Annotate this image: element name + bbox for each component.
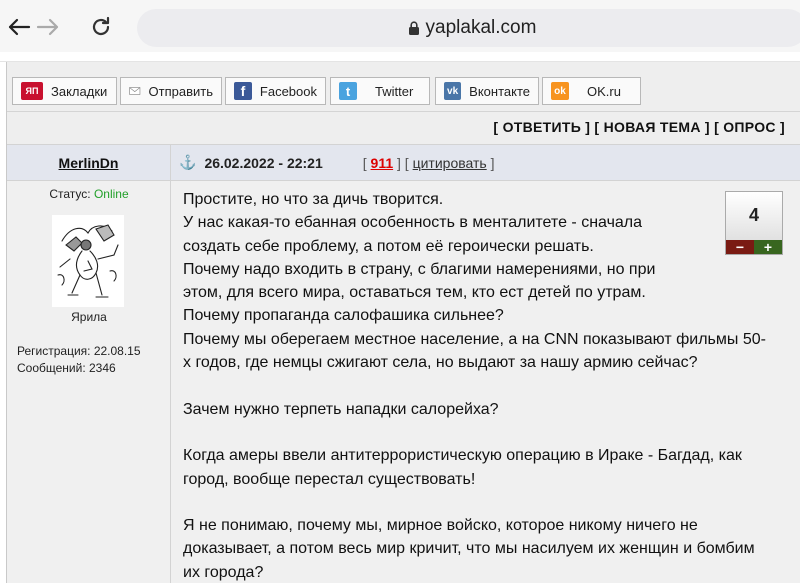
forum-topic: ЯП Закладки Отправить f Facebook t Twitt… <box>6 62 800 583</box>
reply-link[interactable]: ОТВЕТИТЬ <box>503 119 582 135</box>
share-bookmarks-button[interactable]: ЯП Закладки <box>12 77 117 105</box>
post-text-line: создать себе проблему, а потом её героич… <box>183 237 594 255</box>
forward-button[interactable] <box>33 12 63 42</box>
author-name[interactable]: MerlinDn <box>59 155 119 171</box>
share-vk-label: Вконтакте <box>469 83 530 99</box>
back-arrow-icon <box>8 18 31 36</box>
share-twitter-label: Twitter <box>375 83 414 99</box>
reload-button[interactable] <box>86 12 116 42</box>
browser-toolbar: yaplakal.com <box>0 0 800 52</box>
yap-bookmark-icon: ЯП <box>21 82 43 100</box>
share-send-button[interactable]: Отправить <box>120 77 222 105</box>
post-header: MerlinDn ⚓ 26.02.2022 - 22:21 [ 911 ] [ … <box>7 144 800 181</box>
post-text-line: Почему надо входить в страну, с благими … <box>183 260 656 278</box>
forward-arrow-icon <box>36 18 59 36</box>
registration-date: Регистрация: 22.08.15 <box>17 344 141 358</box>
twitter-icon: t <box>339 82 357 100</box>
post-text-line: Почему мы оберегаем местное население, а… <box>183 330 766 348</box>
quote-link[interactable]: цитировать <box>413 155 487 171</box>
share-bookmarks-label: Закладки <box>51 83 108 99</box>
share-facebook-label: Facebook <box>259 83 317 99</box>
post-text-line: Я не понимаю, почему мы, мирное войско, … <box>183 517 698 535</box>
bracket-sep: ] [ <box>700 119 724 135</box>
post-text: Простите, но что за дичь творится. У нас … <box>183 188 793 583</box>
messages-count: Сообщений: 2346 <box>17 361 116 375</box>
post-number-link[interactable]: 911 <box>371 155 394 171</box>
bracket-open: [ <box>493 119 503 135</box>
status-line: Статус: Online <box>7 187 171 201</box>
vote-up-button[interactable]: + <box>754 240 782 254</box>
share-bar: ЯП Закладки Отправить f Facebook t Twitt… <box>7 62 800 112</box>
post-text-line: Почему пропаганда салофашика сильнее? <box>183 307 504 325</box>
back-button[interactable] <box>4 12 34 42</box>
reload-icon <box>92 16 110 36</box>
anchor-icon[interactable]: ⚓ <box>179 154 196 171</box>
post-text-line: город, вообще перестал существовать! <box>183 470 476 488</box>
status-label: Статус: <box>49 187 91 201</box>
post-text-line <box>183 491 793 514</box>
post-message: Простите, но что за дичь творится. У нас … <box>171 181 800 583</box>
share-ok-button[interactable]: ok OK.ru <box>542 77 641 105</box>
vote-down-button[interactable]: − <box>726 240 754 254</box>
bracket-sep: ] [ <box>581 119 604 135</box>
author-rank: Ярила <box>71 310 107 324</box>
post-text-line: Простите, но что за дичь творится. <box>183 191 444 208</box>
topic-actions: [ ОТВЕТИТЬ ] [ НОВАЯ ТЕМА ] [ ОПРОС ] <box>7 112 800 144</box>
author-stats: Регистрация: 22.08.15 Сообщений: 2346 <box>17 343 141 377</box>
bracket-close: ] <box>775 119 785 135</box>
meta-bracket: ] [ <box>393 154 413 171</box>
share-vk-button[interactable]: vk Вконтакте <box>435 77 539 105</box>
avatar[interactable] <box>52 215 124 307</box>
share-facebook-button[interactable]: f Facebook <box>225 77 326 105</box>
post-text-line: Когда амеры ввели антитеррористическую о… <box>183 447 742 465</box>
share-ok-label: OK.ru <box>587 83 621 99</box>
author-profile: Статус: Online Ярила Регистрация: 22.08.… <box>7 181 171 583</box>
post-text-line <box>183 421 793 444</box>
lock-icon <box>408 21 419 35</box>
post-text-line: х годов, где немцы сжигают села, но выда… <box>183 354 698 372</box>
page-top-edge <box>0 52 800 62</box>
address-bar[interactable]: yaplakal.com <box>137 9 800 47</box>
post-body: Статус: Online Ярила Регистрация: 22.08.… <box>7 181 800 583</box>
share-twitter-button[interactable]: t Twitter <box>330 77 430 105</box>
author-cell: MerlinDn <box>7 145 171 180</box>
post-text-line: их города? <box>183 563 264 581</box>
share-send-label: Отправить <box>148 83 213 99</box>
ok-icon: ok <box>551 82 569 100</box>
url-text: yaplakal.com <box>425 17 537 38</box>
post-text-line: Зачем нужно терпеть нападки салорейха? <box>183 400 499 418</box>
vk-icon: vk <box>444 82 462 100</box>
meta-bracket: [ <box>362 154 371 171</box>
new-topic-link[interactable]: НОВАЯ ТЕМА <box>604 119 701 135</box>
rating-value: 4 <box>748 205 759 225</box>
facebook-icon: f <box>234 82 252 100</box>
poll-link[interactable]: ОПРОС <box>723 119 776 135</box>
post-rating: 4 − + <box>725 191 783 255</box>
post-text-line: У нас какая-то ебанная особенность в мен… <box>183 214 643 232</box>
envelope-icon <box>129 87 141 95</box>
post-date: 26.02.2022 - 22:21 <box>204 154 323 171</box>
post-meta: ⚓ 26.02.2022 - 22:21 [ 911 ] [ цитироват… <box>171 145 800 180</box>
topic-actions-links: [ ОТВЕТИТЬ ] [ НОВАЯ ТЕМА ] [ ОПРОС ] <box>493 119 785 135</box>
post-text-line <box>183 374 793 397</box>
meta-bracket: ] <box>486 154 495 171</box>
status-online: Online <box>93 187 129 201</box>
post-text-line: этом, для всего мира, оставаться тем, кт… <box>183 284 646 302</box>
post-text-line: доказывает, а потом весь мир кричит, что… <box>183 540 755 558</box>
